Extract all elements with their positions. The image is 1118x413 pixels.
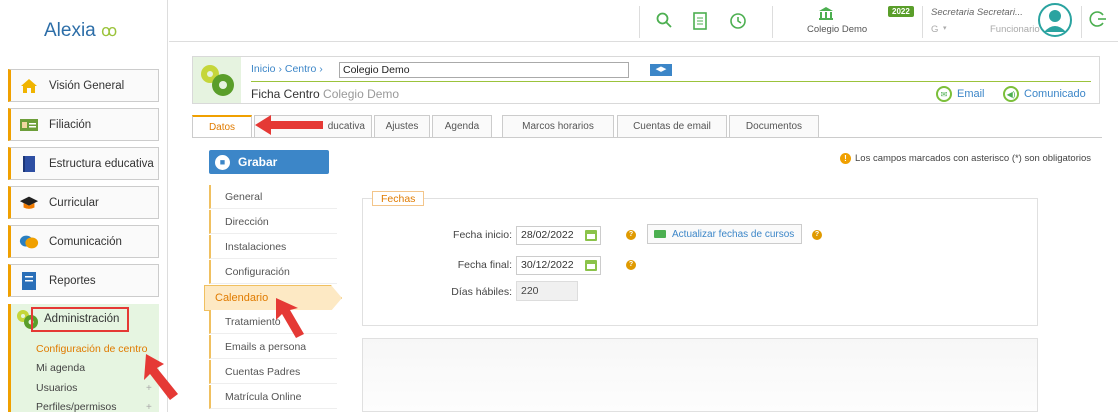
sidebar: Alexia ꝏ Visión General Filiación Estruc…: [0, 0, 168, 413]
fechas-legend: Fechas: [372, 191, 425, 206]
sidebar-item-label: Visión General: [49, 79, 125, 92]
graduation-cap-icon: [19, 193, 39, 213]
end-date-label: Fecha final:: [457, 259, 512, 271]
tab-datos[interactable]: Datos: [192, 115, 252, 137]
year-badge[interactable]: 2022: [888, 6, 914, 17]
tab-documentos[interactable]: Documentos: [729, 115, 819, 137]
divider: [772, 6, 773, 38]
divider: [251, 81, 1091, 82]
divider: [1081, 6, 1082, 38]
logo-mark-icon: ꝏ: [101, 23, 118, 40]
megaphone-icon: ◀): [1003, 86, 1019, 102]
book-icon: [19, 154, 39, 174]
center-selector-input[interactable]: Colegio Demo: [339, 62, 629, 78]
divider: [192, 137, 1102, 138]
annotation-arrow-icon: [144, 354, 178, 400]
subnav-matricula-online[interactable]: Matrícula Online: [209, 385, 337, 409]
tab-agenda[interactable]: Agenda: [432, 115, 492, 137]
page-subtitle: Colegio Demo: [323, 87, 400, 101]
save-button[interactable]: ■ Grabar: [209, 150, 329, 174]
sidebar-item-label: Comunicación: [49, 235, 122, 248]
center-header: Inicio › Centro › Colegio Demo ◀▶ Ficha …: [192, 56, 1100, 104]
divider: [639, 6, 640, 38]
sidebar-item-curricular[interactable]: Curricular: [8, 186, 159, 219]
page-title: Ficha Centro Colegio Demo: [251, 87, 400, 101]
working-days-field: 220: [516, 281, 578, 301]
breadcrumb-home[interactable]: Inicio: [251, 63, 276, 75]
top-bar: 2022 Colegio Demo Secretaria Secretari..…: [169, 0, 1118, 42]
tab-ajustes[interactable]: Ajustes: [374, 115, 430, 137]
tab-marcos-horarios[interactable]: Marcos horarios: [502, 115, 614, 137]
required-fields-note: ! Los campos marcados con asterisco (*) …: [840, 153, 1091, 164]
report-icon: [19, 271, 39, 291]
sidebar-item-comunicacion[interactable]: Comunicación: [8, 225, 159, 258]
breadcrumb-center[interactable]: Centro: [285, 63, 317, 75]
floppy-icon: ■: [215, 154, 230, 170]
subnav-configuracion[interactable]: Configuración: [209, 260, 337, 284]
user-name: Secretaria Secretari...: [931, 7, 1023, 18]
subnav-instalaciones[interactable]: Instalaciones: [209, 235, 337, 259]
subitem-mi-agenda[interactable]: Mi agenda: [36, 362, 85, 374]
subnav-cuentas-padres[interactable]: Cuentas Padres: [209, 360, 337, 384]
calendar-icon[interactable]: [585, 260, 597, 271]
document-icon[interactable]: [693, 12, 707, 35]
start-date-label: Fecha inicio:: [453, 229, 512, 241]
truck-icon: [654, 230, 666, 238]
sidebar-item-label: Filiación: [49, 118, 92, 131]
email-button[interactable]: ✉ Email: [936, 86, 985, 102]
subnav-direccion[interactable]: Dirección: [209, 210, 337, 234]
help-icon[interactable]: ?: [812, 230, 822, 240]
search-icon[interactable]: [656, 12, 672, 33]
id-card-icon: [19, 115, 39, 135]
logout-icon[interactable]: [1089, 10, 1107, 31]
school-building-icon: [818, 6, 834, 23]
end-date-input[interactable]: 30/12/2022: [516, 256, 601, 275]
sidebar-item-estructura-educativa[interactable]: Estructura educativa: [8, 147, 159, 180]
divider: [922, 6, 923, 38]
expand-icon[interactable]: +: [146, 402, 152, 413]
sidebar-item-vision-general[interactable]: Visión General: [8, 69, 159, 102]
subitem-configuracion-centro[interactable]: Configuración de centro: [36, 343, 148, 355]
annotation-arrow-icon: [276, 298, 304, 338]
help-icon[interactable]: ?: [626, 260, 636, 270]
subitem-usuarios[interactable]: Usuarios: [36, 382, 77, 394]
chat-icon: [19, 232, 39, 252]
history-icon[interactable]: [729, 12, 747, 35]
calendar-icon[interactable]: [585, 230, 597, 241]
annotation-arrow-icon: [255, 115, 323, 135]
working-days-label: Días hábiles:: [451, 286, 512, 298]
prev-next-arrows-icon[interactable]: ◀▶: [650, 64, 672, 76]
tab-cuentas-email[interactable]: Cuentas de email: [617, 115, 727, 137]
warning-icon: !: [840, 153, 851, 164]
sidebar-item-filiacion[interactable]: Filiación: [8, 108, 159, 141]
breadcrumb: Inicio › Centro ›: [251, 63, 323, 75]
app-logo[interactable]: Alexia ꝏ: [44, 20, 117, 42]
subnav-general[interactable]: General: [209, 185, 337, 209]
sidebar-item-label: Curricular: [49, 196, 99, 209]
school-name[interactable]: Colegio Demo: [807, 24, 867, 35]
sidebar-item-label: Reportes: [49, 274, 96, 287]
avatar[interactable]: [1038, 3, 1072, 40]
chevron-down-icon[interactable]: ▾: [943, 24, 947, 32]
user-prefix: G: [931, 24, 939, 35]
help-icon[interactable]: ?: [626, 230, 636, 240]
user-role: Funcionario: [990, 24, 1040, 35]
highlight-box: [31, 307, 129, 332]
update-course-dates-button[interactable]: Actualizar fechas de cursos: [647, 224, 802, 244]
sidebar-item-reportes[interactable]: Reportes: [8, 264, 159, 297]
start-date-input[interactable]: 28/02/2022: [516, 226, 601, 245]
comunicado-button[interactable]: ◀) Comunicado: [1003, 86, 1086, 102]
gears-icon: [193, 57, 241, 103]
email-icon: ✉: [936, 86, 952, 102]
blurred-panel: [362, 338, 1038, 412]
breadcrumb-separator-icon: ›: [319, 63, 323, 75]
home-icon: [19, 76, 39, 96]
sidebar-item-label: Estructura educativa: [49, 157, 154, 170]
subitem-perfiles-permisos[interactable]: Perfiles/permisos: [36, 401, 117, 413]
